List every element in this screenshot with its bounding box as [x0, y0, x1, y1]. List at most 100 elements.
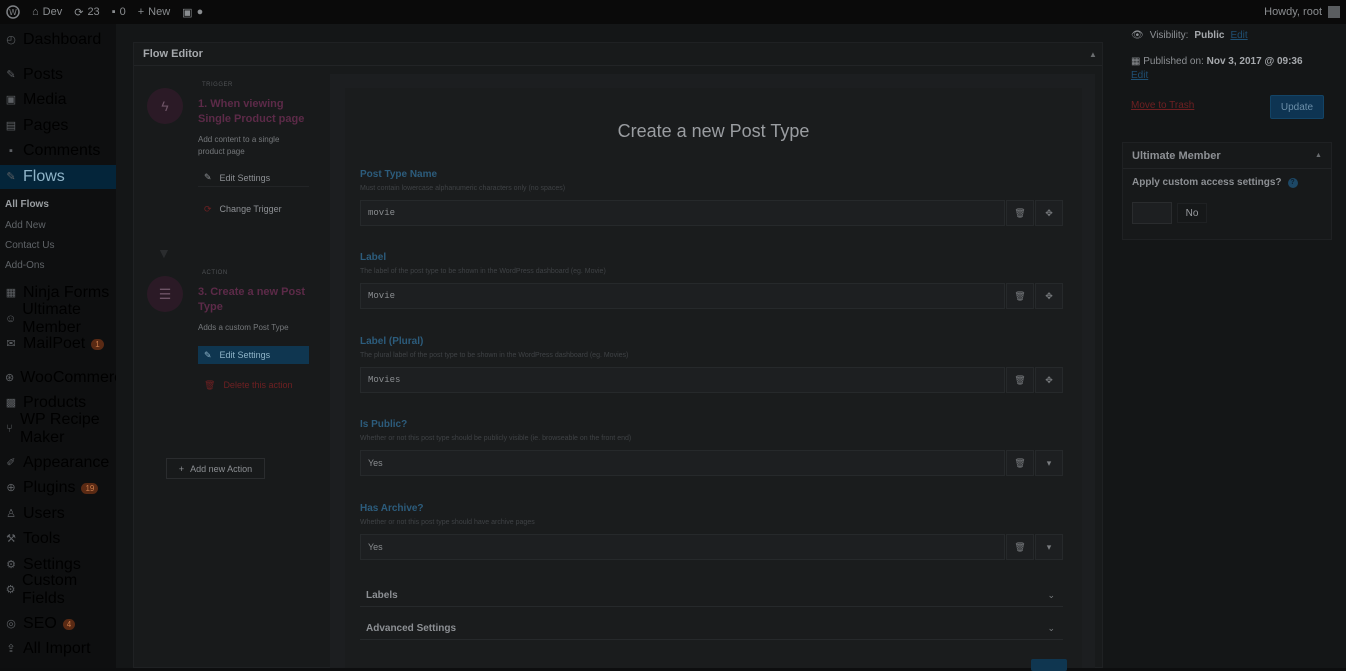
action-edit-settings-button[interactable]: ✎ Edit Settings: [198, 346, 309, 364]
select-field[interactable]: Yes: [360, 534, 1005, 560]
sidebar-item-label: Flows: [23, 168, 65, 185]
sidebar-item-label: Users: [23, 505, 65, 522]
action-title[interactable]: 3. Create a new Post Type: [198, 285, 318, 315]
box-icon: ▩: [5, 397, 17, 409]
text-field[interactable]: Movie: [360, 283, 1005, 309]
select-field[interactable]: Yes: [360, 450, 1005, 476]
sidebar-item-woocommerce[interactable]: ⊛ WooCommerce: [0, 366, 131, 390]
sidebar-item-dashboard[interactable]: ◴ Dashboard: [0, 28, 116, 52]
text-field[interactable]: Movies: [360, 367, 1005, 393]
sidebar-subitem-contact-us[interactable]: Contact Us: [5, 240, 54, 251]
pin-icon: ✎: [6, 69, 16, 81]
section-advanced-settings[interactable]: Advanced Settings ⌄: [360, 618, 1063, 640]
sidebar-item-custom-fields[interactable]: ⚙ Custom Fields: [0, 572, 116, 607]
trash-icon[interactable]: 🗑: [1006, 534, 1034, 560]
delete-action-button[interactable]: 🗑 Delete this action: [198, 376, 309, 394]
sidebar-subitem-add-ons[interactable]: Add-Ons: [5, 260, 44, 271]
change-trigger-button[interactable]: ⟳ Change Trigger: [198, 200, 309, 218]
plug-icon: ⊕: [6, 482, 16, 494]
seo-icon: ◎: [6, 618, 16, 630]
sidebar-item-pages[interactable]: ▤ Pages: [0, 114, 116, 138]
refresh-icon: ⟳: [204, 203, 212, 214]
button-label: Edit Settings: [219, 172, 271, 183]
sidebar-subitem-all-flows[interactable]: All Flows: [5, 199, 49, 210]
sidebar-item-appearance[interactable]: ✐ Appearance: [0, 451, 116, 475]
sidebar-item-label: Plugins: [23, 479, 76, 496]
sidebar-item-label: WP Recipe Maker: [19, 411, 100, 446]
trash-icon[interactable]: 🗑: [1006, 283, 1034, 309]
sidebar-item-comments[interactable]: ▪ Comments: [0, 139, 116, 163]
trigger-tag: TRIGGER: [202, 82, 233, 88]
site-name-link[interactable]: ⌂ Dev: [26, 0, 68, 24]
wrench-icon: ⚒: [6, 533, 16, 545]
variable-picker-icon[interactable]: ✥: [1035, 283, 1063, 309]
divider: [134, 65, 1102, 66]
sidebar-item-label: Custom Fields: [22, 572, 78, 607]
variable-picker-icon[interactable]: ✥: [1035, 367, 1063, 393]
update-button[interactable]: Update: [1270, 95, 1324, 119]
sidebar-item-wp-recipe-maker[interactable]: ⑂ WP Recipe Maker: [0, 411, 116, 446]
sidebar-item-plugins[interactable]: ⊕ Plugins 19: [0, 476, 116, 500]
sidebar-item-mailpoet[interactable]: ✉ MailPoet 1: [0, 332, 116, 356]
variable-picker-icon[interactable]: ✥: [1035, 200, 1063, 226]
form-title: Create a new Post Type: [617, 121, 810, 141]
comments-link[interactable]: ▪ 0: [106, 0, 132, 24]
section-labels[interactable]: Labels ⌄: [360, 585, 1063, 607]
trash-icon[interactable]: 🗑: [1006, 450, 1034, 476]
edit-visibility-link[interactable]: Edit: [1230, 30, 1247, 41]
sidebar-item-ultimate-member[interactable]: ☺ Ultimate Member: [0, 301, 116, 336]
chevron-down-icon[interactable]: ▾: [1035, 534, 1063, 560]
save-button[interactable]: [1031, 659, 1067, 671]
published-value: Nov 3, 2017 @ 09:36: [1206, 56, 1303, 67]
field-label: Post Type Name: [360, 169, 438, 180]
count-badge: 1: [91, 338, 104, 350]
question-label: Apply custom access settings?: [1132, 177, 1282, 188]
field-label: Label: [360, 252, 387, 263]
sidebar-item-posts[interactable]: ✎ Posts: [0, 63, 116, 87]
field-label: Has Archive?: [360, 503, 424, 514]
count-badge: 19: [81, 482, 99, 494]
trigger-title[interactable]: 1. When viewing Single Product page: [198, 97, 318, 127]
dashboard-icon: ◴: [6, 34, 16, 46]
comments-count: 0: [119, 6, 126, 18]
sidebar-item-users[interactable]: ♙ Users: [0, 502, 116, 526]
collapse-caret-icon[interactable]: ▲: [1089, 50, 1097, 59]
lightning-icon[interactable]: ϟ: [147, 88, 183, 124]
text-field[interactable]: movie: [360, 200, 1005, 226]
new-content-link[interactable]: + New: [132, 0, 176, 24]
sidebar-item-all-import[interactable]: ⇪ All Import: [0, 637, 116, 661]
help-icon[interactable]: ?: [1287, 177, 1298, 188]
sidebar-item-seo[interactable]: ◎ SEO 4: [0, 612, 116, 636]
access-select-value[interactable]: No: [1177, 203, 1207, 223]
sidebar-subitem-add-new[interactable]: Add New: [5, 220, 46, 231]
access-select[interactable]: [1132, 202, 1172, 224]
updates-link[interactable]: ⟳ 23: [68, 0, 105, 24]
add-new-action-button[interactable]: + Add new Action: [166, 458, 265, 479]
plus-icon: +: [178, 463, 185, 474]
status-dot-icon: ●: [196, 6, 204, 18]
pencil-icon: ✎: [204, 172, 212, 182]
pin-icon: ✎: [6, 171, 16, 183]
button-label: Delete this action: [223, 380, 293, 390]
sidebar-item-media[interactable]: ▣ Media: [0, 88, 116, 112]
wp-logo-icon[interactable]: W: [0, 0, 26, 24]
sidebar-item-tools[interactable]: ⚒ Tools: [0, 527, 116, 551]
trash-icon[interactable]: 🗑: [1006, 200, 1034, 226]
yoast-link[interactable]: ▣ ●: [176, 0, 209, 24]
field-help-text: Whether or not this post type should hav…: [360, 519, 535, 526]
trash-icon[interactable]: 🗑: [1006, 367, 1034, 393]
field-help-text: The plural label of the post type to be …: [360, 352, 629, 359]
sidebar-item-label: MailPoet: [23, 335, 86, 352]
import-icon: ⇪: [6, 643, 16, 655]
collapse-caret-icon[interactable]: ▲: [1315, 152, 1322, 159]
chevron-down-icon[interactable]: ▾: [1035, 450, 1063, 476]
list-icon[interactable]: ☰: [147, 276, 183, 312]
flow-editor-title: Flow Editor: [143, 48, 203, 60]
edit-date-link[interactable]: Edit: [1131, 70, 1148, 81]
sidebar-item-flows[interactable]: ✎ Flows: [0, 165, 116, 189]
move-to-trash-link[interactable]: Move to Trash: [1131, 100, 1194, 111]
trigger-edit-settings-button[interactable]: ✎ Edit Settings: [198, 169, 309, 187]
custom-access-question: Apply custom access settings? ?: [1132, 177, 1298, 188]
mail-icon: ✉: [6, 338, 16, 350]
my-account[interactable]: Howdy, root: [1264, 6, 1346, 18]
